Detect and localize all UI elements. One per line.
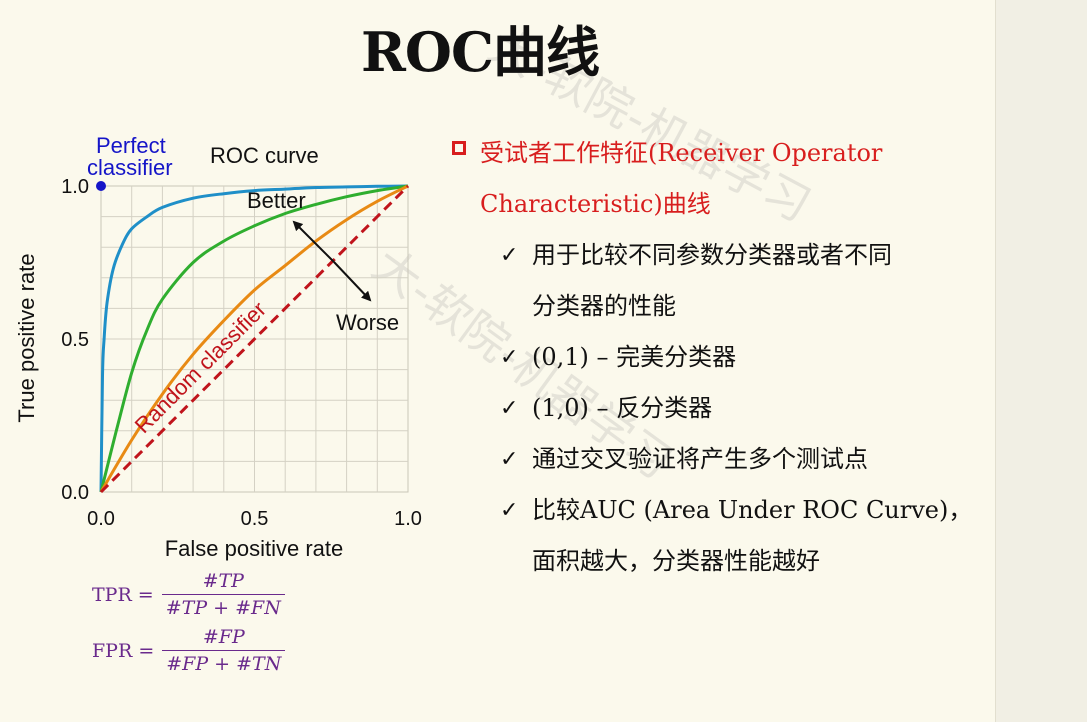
main-bullet-line1: 受试者工作特征(Receiver Operator <box>480 139 883 167</box>
better-annotation: Better <box>247 188 306 213</box>
x-tick-label: 0.5 <box>241 508 269 530</box>
fpr-numerator: #FP <box>202 626 245 648</box>
square-bullet-icon <box>452 141 466 155</box>
tpr-formula: TPR = #TP #TP + #FN <box>92 570 285 619</box>
fpr-fraction: #FP #FP + #TN <box>162 626 286 675</box>
check-icon: ✓ <box>500 447 519 472</box>
sub-bullet: ✓ 用于比较不同参数分类器或者不同 <box>452 230 992 281</box>
sub-bullet-text: 用于比较不同参数分类器或者不同 <box>532 241 892 269</box>
tpr-denominator: #TP + #FN <box>161 594 285 619</box>
worse-annotation: Worse <box>336 310 399 335</box>
main-bullet: 受试者工作特征(Receiver Operator Characteristic… <box>452 128 992 230</box>
main-bullet-line2: Characteristic)曲线 <box>480 190 711 218</box>
perfect-classifier-point <box>96 181 106 191</box>
check-icon: ✓ <box>500 498 519 523</box>
check-icon: ✓ <box>500 243 519 268</box>
sub-bullet: ✓ (1,0) – 反分类器 <box>452 383 992 434</box>
perfect-classifier-label-line2: classifier <box>87 155 173 180</box>
page-title: ROC曲线 <box>361 20 600 84</box>
fpr-lhs: FPR = <box>92 639 155 662</box>
bullet-list: 受试者工作特征(Receiver Operator Characteristic… <box>452 128 992 587</box>
tpr-lhs: TPR = <box>92 583 154 606</box>
sub-bullet-text: 分类器的性能 <box>532 292 676 320</box>
tpr-numerator: #TP <box>202 570 244 592</box>
sub-bullet-text: (0,1) – 完美分类器 <box>532 343 737 371</box>
roc-chart: 0.0 0.5 1.0 0.0 0.5 1.0 ROC curve False posit… <box>14 133 422 561</box>
tpr-fraction: #TP #TP + #FN <box>161 570 285 619</box>
sub-bullet-text: 通过交叉验证将产生多个测试点 <box>532 445 868 473</box>
side-panel <box>995 0 1087 722</box>
sub-bullet: ✓ 通过交叉验证将产生多个测试点 <box>452 434 992 485</box>
sub-bullet-text: 面积越大，分类器性能越好 <box>532 547 820 575</box>
y-tick-label: 1.0 <box>61 176 89 198</box>
sub-bullet: ✓ (0,1) – 完美分类器 <box>452 332 992 383</box>
chart-title: ROC curve <box>210 143 319 168</box>
worse-arrow <box>333 261 372 302</box>
fpr-formula: FPR = #FP #FP + #TN <box>92 626 286 675</box>
fpr-denominator: #FP + #TN <box>162 650 286 675</box>
sub-bullet-continuation: 分类器的性能 <box>452 281 992 332</box>
sub-bullet-continuation: 面积越大，分类器性能越好 <box>452 536 992 587</box>
sub-bullet-text: 比较AUC (Area Under ROC Curve)， <box>532 496 973 524</box>
x-axis-label: False positive rate <box>165 536 344 561</box>
check-icon: ✓ <box>500 396 519 421</box>
x-tick-label: 0.0 <box>87 508 115 530</box>
y-axis-label: True positive rate <box>14 253 39 422</box>
y-tick-label: 0.0 <box>61 482 89 504</box>
sub-bullet-text: (1,0) – 反分类器 <box>532 394 713 422</box>
check-icon: ✓ <box>500 345 519 370</box>
y-tick-label: 0.5 <box>61 329 89 351</box>
x-tick-label: 1.0 <box>394 508 422 530</box>
better-arrow <box>292 220 335 263</box>
sub-bullet: ✓ 比较AUC (Area Under ROC Curve)， <box>452 485 992 536</box>
